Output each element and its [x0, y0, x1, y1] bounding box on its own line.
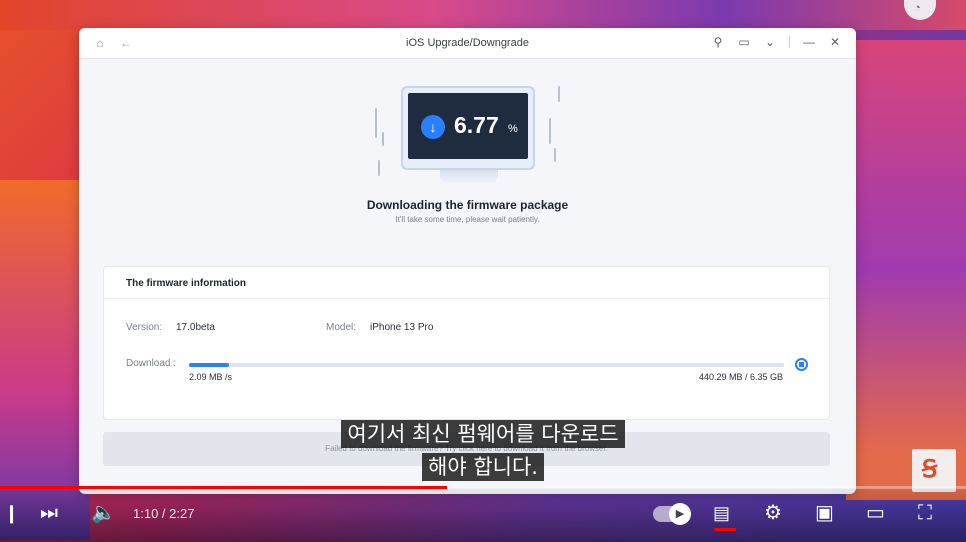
desktop-wallpaper-top — [0, 0, 966, 30]
card-header: The firmware information — [104, 267, 831, 299]
theater-mode-icon[interactable]: ▭ — [866, 500, 885, 526]
version-label: Version: — [126, 322, 163, 333]
download-label: Download : — [126, 358, 177, 369]
subtitles-icon[interactable]: ▤ — [713, 500, 730, 526]
subtitle-text-1: 여기서 최신 펌웨어를 다운로드 — [341, 420, 625, 448]
miniplayer-icon[interactable]: ▣ — [815, 500, 834, 526]
decor-line — [554, 148, 556, 162]
stop-download-button[interactable] — [795, 358, 808, 371]
subtitle-line-1: 여기서 최신 펌웨어를 다운로드 — [0, 419, 966, 449]
decor-line — [558, 86, 560, 102]
version-value: 17.0beta — [176, 322, 215, 333]
subtitle-text-2: 해야 합니다. — [422, 453, 544, 481]
autoplay-play-icon: ▶ — [669, 503, 691, 525]
settings-gear-icon[interactable]: ⚙ — [764, 500, 782, 526]
time-display: 1:10 / 2:27 — [133, 506, 195, 521]
title-bar: ⌂ ← iOS Upgrade/Downgrade ⚲ ▭ ⌄ — ✕ — [79, 28, 856, 59]
monitor-illustration: ↓ 6.77 % — [401, 86, 535, 170]
next-icon[interactable]: ⏭ — [40, 500, 58, 526]
status-title: Downloading the firmware package — [366, 198, 569, 212]
percent-sign: % — [508, 123, 518, 135]
model-label: Model: — [326, 322, 357, 333]
minimize-icon[interactable]: — — [802, 35, 816, 49]
download-progress-fill — [189, 363, 230, 367]
monitor-screen: ↓ 6.77 % — [408, 93, 528, 159]
volume-icon[interactable]: 🔈 — [91, 500, 116, 526]
decor-line — [382, 132, 384, 146]
stop-icon — [799, 362, 804, 367]
monitor-stand — [440, 170, 498, 182]
channel-logo-icon: Ꞩ — [922, 456, 938, 483]
message-icon[interactable]: ▭ — [737, 35, 751, 49]
played-progress — [0, 486, 448, 489]
badge-icon: ◔ — [914, 2, 921, 14]
play-pause-icon[interactable]: ❙ — [4, 500, 19, 526]
decor-line — [375, 108, 377, 138]
download-percent: 6.77 — [454, 112, 499, 138]
autoplay-toggle[interactable]: ▶ — [653, 503, 691, 525]
download-progress-bar — [189, 363, 784, 367]
download-speed: 2.09 MB /s — [189, 372, 233, 382]
decor-line — [378, 160, 380, 176]
close-icon[interactable]: ✕ — [828, 35, 842, 49]
download-arrow-icon: ↓ — [421, 115, 445, 139]
progress-scrubber[interactable] — [0, 486, 966, 489]
firmware-info-card: The firmware information Version: 17.0be… — [103, 266, 831, 420]
fullscreen-icon[interactable]: ⛶ — [918, 500, 932, 526]
status-subtitle: It'll take some time, please wait patien… — [395, 215, 540, 224]
subtitles-active-indicator — [714, 528, 736, 531]
chevron-down-icon[interactable]: ⌄ — [763, 35, 777, 49]
divider — [789, 36, 790, 48]
download-size: 440.29 MB / 6.35 GB — [698, 372, 783, 382]
model-value: iPhone 13 Pro — [370, 322, 434, 333]
subtitle-line-2: 해야 합니다. — [0, 452, 966, 482]
card-title: The firmware information — [126, 278, 247, 289]
decor-line — [549, 118, 551, 144]
user-icon[interactable]: ⚲ — [711, 35, 725, 49]
